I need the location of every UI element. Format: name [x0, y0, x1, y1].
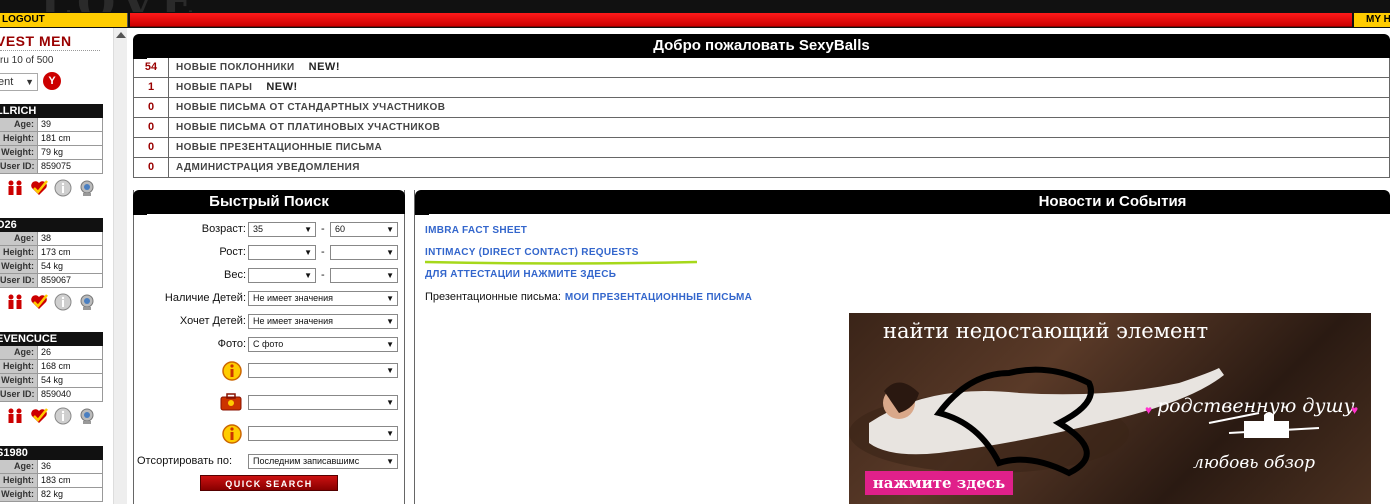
weight-from-select[interactable] — [248, 268, 316, 283]
photo-label: Фото: — [217, 338, 246, 350]
imbra-link[interactable]: IMBRA FACT SHEET — [425, 225, 752, 247]
quick-search-header: Быстрый Поиск — [133, 190, 405, 215]
notification-row[interactable]: 1 НОВЫЕ ПАРЫ NEW! — [133, 78, 1390, 98]
heart-icon: ♥ — [1351, 403, 1359, 417]
extra-select-2[interactable] — [248, 395, 398, 410]
member-actions — [0, 402, 103, 428]
attestation-link[interactable]: ДЛЯ АТТЕСТАЦИИ НАЖМИТЕ ЗДЕСЬ — [425, 269, 752, 291]
member-card[interactable]: S1980 Age:36 Height:183 cm Weight:82 kg — [0, 446, 103, 502]
height-to-select[interactable] — [330, 245, 398, 260]
news-header: Новости и События — [415, 190, 1390, 215]
extra-select-3[interactable] — [248, 426, 398, 441]
notification-row[interactable]: 0 НОВЫЕ ПРЕЗЕНТАЦИОННЫЕ ПИСЬМА — [133, 138, 1390, 158]
want-children-select[interactable]: Не имеет значения — [248, 314, 398, 329]
heart-check-icon[interactable] — [30, 179, 48, 197]
member-actions — [0, 174, 103, 200]
banner-headline: найти недостающий элемент — [883, 319, 1209, 343]
weight-to-select[interactable] — [330, 268, 398, 283]
nav-bar: R LOGOUT MY H — [0, 12, 1390, 28]
member-card[interactable]: O26 Age: 38 Height: 173 cm Weight: 54 kg Us… — [0, 218, 103, 314]
couple-icon[interactable] — [6, 293, 24, 311]
my-presentation-letters-link[interactable]: МОИ ПРЕЗЕНТАЦИОННЫЕ ПИСЬМА — [565, 292, 752, 303]
member-name[interactable]: LLRICH — [0, 104, 103, 118]
info-icon[interactable] — [54, 179, 72, 197]
age-from-select[interactable]: 35 — [248, 222, 316, 237]
height-label: Рост: — [219, 246, 246, 258]
promo-banner[interactable]: найти недостающий элемент родственную ду… — [849, 313, 1371, 504]
weight-label: Вес: — [223, 269, 246, 281]
want-children-label: Хочет Детей: — [179, 315, 246, 327]
scroll-up-icon[interactable] — [116, 32, 126, 38]
new-badge: NEW! — [266, 81, 298, 93]
webcam-icon[interactable] — [78, 179, 96, 197]
sidebar-title: VEST MEN — [0, 33, 72, 49]
info-icon — [222, 361, 242, 381]
member-name[interactable]: S1980 — [0, 446, 103, 460]
intimacy-requests-link[interactable]: INTIMACY (DIRECT CONTACT) REQUESTS — [425, 247, 752, 269]
sort-select[interactable]: ent ▼ — [0, 73, 38, 91]
member-name[interactable]: O26 — [0, 218, 103, 232]
webcam-icon[interactable] — [78, 293, 96, 311]
height-from-select[interactable] — [248, 245, 316, 260]
result-count: ru 10 of 500 — [0, 55, 54, 66]
presentation-letters: Презентационные письма: МОИ ПРЕЗЕНТАЦИОНН… — [425, 291, 753, 303]
new-badge: NEW! — [308, 61, 340, 73]
notification-row[interactable]: 0 НОВЫЕ ПИСЬМА ОТ ПЛАТИНОВЫХ УЧАСТНИКОВ — [133, 118, 1390, 138]
children-label: Наличие Детей: — [164, 292, 246, 304]
heart-icon: ♥ — [1145, 403, 1153, 417]
info-icon[interactable] — [54, 293, 72, 311]
age-to-select[interactable]: 60 — [330, 222, 398, 237]
welcome-panel: Добро пожаловать SexyBalls 54 НОВЫЕ ПОКЛО… — [133, 34, 1390, 180]
notification-row[interactable]: 54 НОВЫЕ ПОКЛОННИКИ NEW! — [133, 58, 1390, 78]
briefcase-icon — [220, 393, 242, 411]
banner-cta-button[interactable]: нажмите здесь — [865, 471, 1013, 495]
sort-select[interactable]: Последним записавшимс — [248, 454, 398, 469]
logout-button[interactable]: R LOGOUT — [0, 13, 128, 27]
member-name[interactable]: EVENCUCE — [0, 332, 103, 346]
children-select[interactable]: Не имеет значения — [248, 291, 398, 306]
left-sidebar: VEST MEN ru 10 of 500 ent ▼ Y LLRICH Age:… — [0, 28, 112, 504]
highlight-underline — [425, 260, 697, 265]
banner-tagline: любовь обзор — [1193, 453, 1315, 473]
sort-label: Отсортировать по: — [137, 455, 233, 467]
top-banner-strip: LOVE — [0, 0, 1390, 12]
heart-check-icon[interactable] — [30, 407, 48, 425]
my-home-button[interactable]: MY H — [1354, 13, 1390, 27]
webcam-icon[interactable] — [78, 407, 96, 425]
nav-red-bar — [130, 13, 1352, 27]
notification-row[interactable]: 0 НОВЫЕ ПИСЬМА ОТ СТАНДАРТНЫХ УЧАСТНИКОВ — [133, 98, 1390, 118]
divider — [0, 50, 100, 51]
quick-search-button[interactable]: QUICK SEARCH — [200, 475, 338, 491]
news-panel: Новости и События IMBRA FACT SHEET INTIM… — [414, 190, 1390, 504]
heart-check-icon[interactable] — [30, 293, 48, 311]
info-icon[interactable] — [54, 407, 72, 425]
banner-subline: родственную душу — [1157, 395, 1355, 417]
member-card[interactable]: EVENCUCE Age: 26 Height: 168 cm Weight: 54 … — [0, 332, 103, 428]
couple-icon[interactable] — [6, 407, 24, 425]
age-label: Возраст: — [201, 223, 246, 235]
member-card[interactable]: LLRICH Age: 39 Height: 181 cm Weight: 79 kg… — [0, 104, 103, 200]
notification-row[interactable]: 0 АДМИНИСТРАЦИЯ УВЕДОМЛЕНИЯ — [133, 158, 1390, 178]
photo-select[interactable]: С фото — [248, 337, 398, 352]
couple-icon[interactable] — [6, 179, 24, 197]
extra-select-1[interactable] — [248, 363, 398, 378]
welcome-header: Добро пожаловать SexyBalls — [133, 34, 1390, 59]
chevron-down-icon: ▼ — [25, 77, 34, 87]
quick-search-panel: Быстрый Поиск Возраст: 35 - 60 Рост: - В… — [133, 190, 405, 504]
go-button[interactable]: Y — [43, 72, 61, 90]
member-actions — [0, 288, 103, 314]
sidebar-scrollbar[interactable] — [113, 28, 127, 504]
info-icon — [222, 424, 242, 444]
